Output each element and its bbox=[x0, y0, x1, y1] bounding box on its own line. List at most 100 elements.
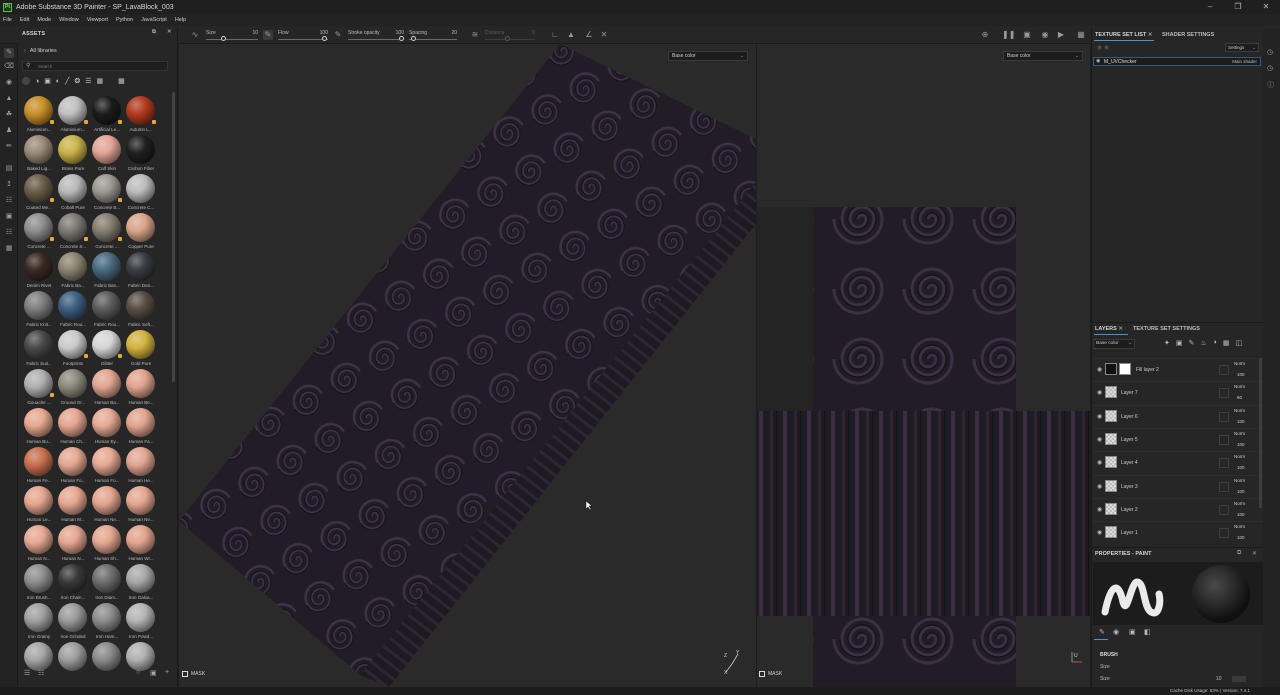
blend-mode[interactable]: Norm bbox=[1234, 361, 1245, 366]
asset-item[interactable]: Gold Pure bbox=[124, 330, 158, 369]
float-icon[interactable]: ⧉ bbox=[1237, 550, 1241, 557]
asset-item[interactable]: Aluminium... bbox=[56, 96, 90, 135]
asset-item[interactable]: Baked Lig... bbox=[22, 135, 56, 174]
eye-icon[interactable]: ◉ bbox=[1097, 506, 1102, 513]
asset-item[interactable]: Aluminium... bbox=[22, 96, 56, 135]
minimize-icon[interactable]: – bbox=[1196, 0, 1224, 14]
asset-item[interactable]: Human Fe... bbox=[22, 447, 56, 486]
blend-mode[interactable]: Norm bbox=[1234, 478, 1245, 483]
refresh-icon[interactable]: ○ bbox=[136, 669, 140, 676]
menu-viewport[interactable]: Viewport bbox=[87, 17, 108, 23]
asset-item[interactable]: Autumn L... bbox=[124, 96, 158, 135]
eye-icon[interactable]: ◉ bbox=[1097, 459, 1102, 466]
tab-texture-set-settings[interactable]: TEXTURE SET SETTINGS bbox=[1133, 326, 1200, 332]
asset-item[interactable]: Fabric Bas... bbox=[90, 252, 124, 291]
menu-python[interactable]: Python bbox=[116, 17, 133, 23]
maximize-icon[interactable]: ❐ bbox=[1224, 0, 1252, 14]
add-folder-icon[interactable]: ▦ bbox=[1223, 339, 1230, 347]
filter-brushes-icon[interactable]: ╱ bbox=[65, 77, 69, 85]
layer-row[interactable]: ◉ Layer 3 Norm 100 bbox=[1092, 474, 1264, 498]
asset-item[interactable]: Brass Pure bbox=[56, 135, 90, 174]
asset-item[interactable]: Human N... bbox=[22, 525, 56, 564]
filter-textures-icon[interactable]: ▣ bbox=[44, 77, 51, 85]
mirror-icon[interactable]: ▲ bbox=[566, 30, 576, 40]
brush-preset-icon[interactable]: ∿ bbox=[190, 30, 200, 40]
asset-item[interactable]: Fabric Den... bbox=[124, 252, 158, 291]
asset-item[interactable]: Iron Diam... bbox=[90, 564, 124, 603]
asset-item[interactable]: Fabric Soft... bbox=[124, 291, 158, 330]
history-icon[interactable]: ▦ bbox=[4, 244, 14, 254]
camera-split-icon[interactable]: ▣ bbox=[1022, 30, 1032, 40]
asset-item[interactable]: Fabric Ba... bbox=[56, 252, 90, 291]
library-selector[interactable]: › All libraries bbox=[24, 48, 57, 54]
asset-item[interactable]: Human Ba... bbox=[90, 369, 124, 408]
layer-row[interactable]: ◉ Layer 5 Norm 100 bbox=[1092, 427, 1264, 451]
shelf-icon[interactable]: ☷ bbox=[4, 196, 14, 206]
alpha-tab-icon[interactable]: ◧ bbox=[1144, 628, 1151, 636]
bake-icon[interactable]: ▤ bbox=[4, 164, 14, 174]
texture-set-row[interactable]: ◉ M_UVChecker Main shader bbox=[1093, 57, 1261, 66]
viewport-mask-toggle[interactable]: MASK bbox=[182, 671, 205, 677]
layer-opacity[interactable]: 100 bbox=[1237, 489, 1245, 494]
flow-toggle-icon[interactable]: ✎ bbox=[263, 30, 273, 40]
menu-javascript[interactable]: JavaScript bbox=[141, 17, 167, 23]
menu-edit[interactable]: Edit bbox=[20, 17, 29, 23]
layer-opacity[interactable]: 100 bbox=[1237, 419, 1245, 424]
asset-item[interactable]: Iron Powd... bbox=[124, 603, 158, 642]
blend-mode[interactable]: Norm bbox=[1234, 408, 1245, 413]
asset-item[interactable]: Human Wr... bbox=[124, 525, 158, 564]
layers-scrollbar[interactable] bbox=[1259, 358, 1262, 508]
uv-channel-select[interactable]: Base color ⌄ bbox=[1003, 51, 1083, 61]
layer-mask-slot[interactable] bbox=[1219, 481, 1229, 492]
close-panel-icon[interactable]: ✕ bbox=[167, 29, 172, 35]
import-icon[interactable]: ▣ bbox=[150, 669, 157, 677]
layer-mask-slot[interactable] bbox=[1219, 365, 1229, 375]
menu-file[interactable]: File bbox=[3, 17, 12, 23]
eye-icon[interactable]: ◉ bbox=[1097, 389, 1102, 396]
viewport-channel-select[interactable]: Base color ⌄ bbox=[668, 51, 748, 61]
asset-item[interactable]: Fabric Rou... bbox=[56, 291, 90, 330]
layer-mask-slot[interactable] bbox=[1219, 434, 1229, 445]
uv-view-2d[interactable]: Base color ⌄ MASK U bbox=[757, 44, 1090, 687]
blend-mode[interactable]: Norm bbox=[1234, 454, 1245, 459]
symmetry-icon[interactable]: ∟ bbox=[550, 30, 560, 40]
asset-item[interactable]: Iron Brush... bbox=[22, 564, 56, 603]
filter-environment-icon[interactable]: ▦ bbox=[96, 77, 103, 85]
layer-row[interactable]: ◉ Layer 4 Norm 100 bbox=[1092, 451, 1264, 474]
asset-item[interactable]: Fabric Suit... bbox=[22, 330, 56, 369]
filter-list-icon[interactable]: ☷ bbox=[38, 669, 44, 677]
asset-item[interactable]: Coated Me... bbox=[22, 174, 56, 213]
stencil-tab-icon[interactable]: ▣ bbox=[1129, 628, 1136, 636]
add-icon[interactable]: + bbox=[165, 669, 169, 676]
asset-item[interactable]: Human Ne... bbox=[90, 486, 124, 525]
layer-opacity[interactable]: 100 bbox=[1237, 512, 1245, 517]
layer-mask-slot[interactable] bbox=[1219, 528, 1229, 539]
filter-materials-icon[interactable]: ◑ bbox=[35, 78, 39, 85]
delete-icon[interactable]: ◫ bbox=[1236, 339, 1243, 347]
asset-item[interactable]: Human He... bbox=[124, 447, 158, 486]
asset-item[interactable]: Concrete C... bbox=[124, 174, 158, 213]
asset-item[interactable]: Gouache ... bbox=[22, 369, 56, 408]
asset-item[interactable]: Copper Pure bbox=[124, 213, 158, 252]
blend-mode[interactable]: Norm bbox=[1234, 501, 1245, 506]
asset-item[interactable]: Calf Skin bbox=[90, 135, 124, 174]
asset-item[interactable]: Fabric Knit... bbox=[22, 291, 56, 330]
layer-opacity[interactable]: 100 bbox=[1237, 372, 1245, 377]
eye-icon[interactable]: ◉ bbox=[1097, 366, 1102, 373]
size-slider[interactable] bbox=[1232, 676, 1246, 682]
filter-filters-icon[interactable]: ☰ bbox=[85, 77, 91, 85]
polygon-fill-icon[interactable]: ▲ bbox=[4, 94, 14, 104]
spacing-slider[interactable]: Spacing 20 bbox=[409, 30, 457, 44]
settings-button[interactable]: Settings ⌄ bbox=[1225, 43, 1259, 52]
color-picker-icon[interactable]: ✏ bbox=[4, 142, 14, 152]
asset-item[interactable]: Footprints bbox=[56, 330, 90, 369]
tab-texture-set-list[interactable]: TEXTURE SET LIST ✕ bbox=[1095, 32, 1152, 38]
add-paint-layer-icon[interactable]: ✎ bbox=[1189, 339, 1195, 347]
layer-row[interactable]: ◉ Layer 1 Norm 100 bbox=[1092, 521, 1264, 543]
asset-item[interactable]: Human Le... bbox=[22, 486, 56, 525]
hide-set-icon[interactable]: ◉ ◉ bbox=[1097, 44, 1109, 51]
add-fill-layer-icon[interactable]: ♨ bbox=[1200, 339, 1206, 347]
randomize-icon[interactable]: ✕ bbox=[599, 30, 609, 40]
uv-mask-toggle[interactable]: MASK bbox=[759, 671, 782, 677]
asset-item[interactable]: Iron Ham... bbox=[90, 603, 124, 642]
